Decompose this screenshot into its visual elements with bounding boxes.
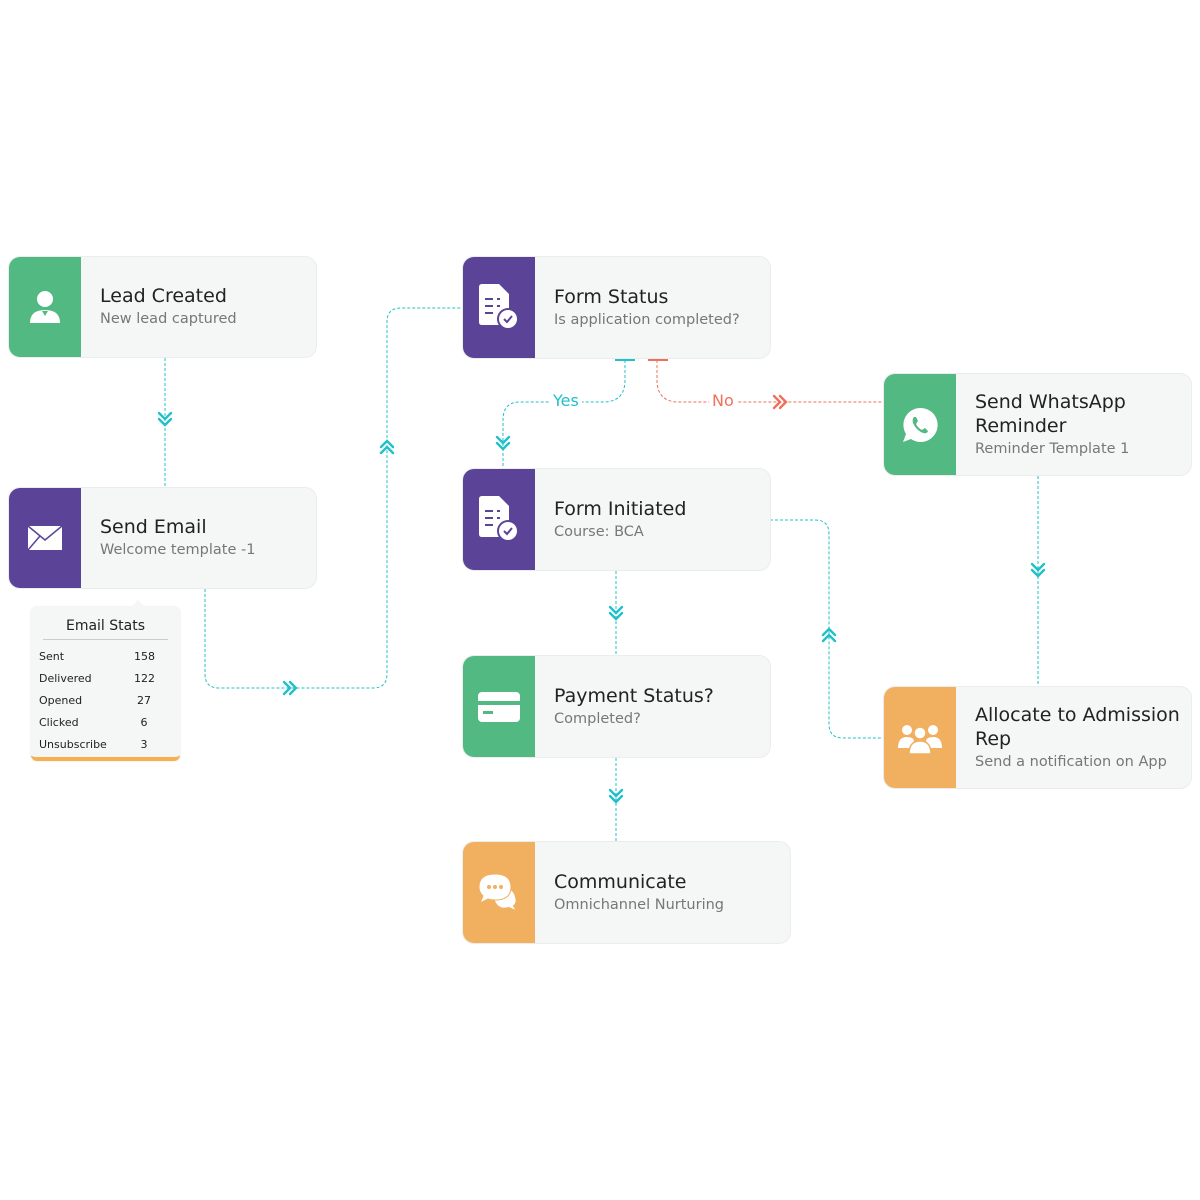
node-title: Allocate to Admission Rep (975, 703, 1180, 750)
node-title: Send WhatsApp Reminder (975, 390, 1126, 437)
node-subtitle: Reminder Template 1 (975, 440, 1130, 457)
node-subtitle: Course: BCA (554, 523, 644, 540)
node-title: Send Email (100, 516, 207, 538)
node-allocate-admission-rep[interactable]: Allocate to Admission Rep Send a notifica… (883, 686, 1192, 789)
node-subtitle: Is application completed? (554, 311, 740, 328)
node-title: Form Initiated (554, 497, 687, 520)
node-subtitle: Completed? (554, 710, 641, 727)
stat-row: Sent 158 (31, 646, 180, 668)
chat-bubbles-icon (463, 842, 535, 943)
no-label: No (709, 391, 737, 410)
users-group-icon (884, 687, 956, 788)
node-subtitle: Send a notification on App (975, 753, 1167, 770)
node-form-initiated[interactable]: Form Initiated Course: BCA (462, 468, 771, 571)
node-subtitle: Omnichannel Nurturing (554, 896, 724, 913)
connectors (157, 307, 1046, 841)
stat-label: Opened (39, 694, 83, 707)
stat-value: 27 (137, 694, 151, 707)
yes-label: Yes (550, 391, 582, 410)
stat-value: 158 (134, 650, 155, 663)
stat-label: Delivered (39, 672, 92, 685)
form-check-icon (463, 257, 535, 358)
node-title: Payment Status? (554, 684, 714, 707)
node-subtitle: New lead captured (100, 311, 237, 327)
chevron-down-icon (1030, 562, 1046, 578)
node-title: Communicate (554, 870, 687, 893)
stat-label: Unsubscribe (39, 738, 107, 751)
stat-row: Unsubscribe 3 (31, 734, 180, 756)
connector-initiated-to-allocate (770, 519, 883, 739)
form-check-icon (463, 469, 535, 570)
stat-row: Delivered 122 (31, 668, 180, 690)
user-icon (9, 257, 81, 357)
connector-no (656, 360, 883, 403)
node-send-email[interactable]: Send Email Welcome template -1 (8, 487, 317, 589)
email-stats-popover: Email Stats Sent 158 Delivered 122 Opened 2… (31, 600, 180, 761)
stat-label: Clicked (39, 716, 79, 729)
stat-value: 6 (140, 716, 148, 729)
node-title: Lead Created (100, 285, 227, 307)
stat-label: Sent (39, 650, 65, 663)
node-form-status[interactable]: Form Status Is application completed? (462, 256, 771, 359)
node-lead-created[interactable]: Lead Created New lead captured (8, 256, 317, 358)
node-send-whatsapp-reminder[interactable]: Send WhatsApp Reminder Reminder Template … (883, 373, 1192, 476)
stat-value: 3 (140, 738, 148, 751)
node-payment-status[interactable]: Payment Status? Completed? (462, 655, 771, 758)
node-communicate[interactable]: Communicate Omnichannel Nurturing (462, 841, 791, 944)
node-subtitle: Welcome template -1 (100, 542, 256, 558)
stat-row: Clicked 6 (31, 712, 180, 734)
connector-yes (502, 360, 626, 468)
node-title: Form Status (554, 285, 669, 308)
stat-row: Opened 27 (31, 690, 180, 712)
envelope-icon (9, 488, 81, 588)
whatsapp-icon (884, 374, 956, 475)
stat-value: 122 (134, 672, 155, 685)
credit-card-icon (463, 656, 535, 757)
email-stats-title: Email Stats (43, 607, 168, 640)
